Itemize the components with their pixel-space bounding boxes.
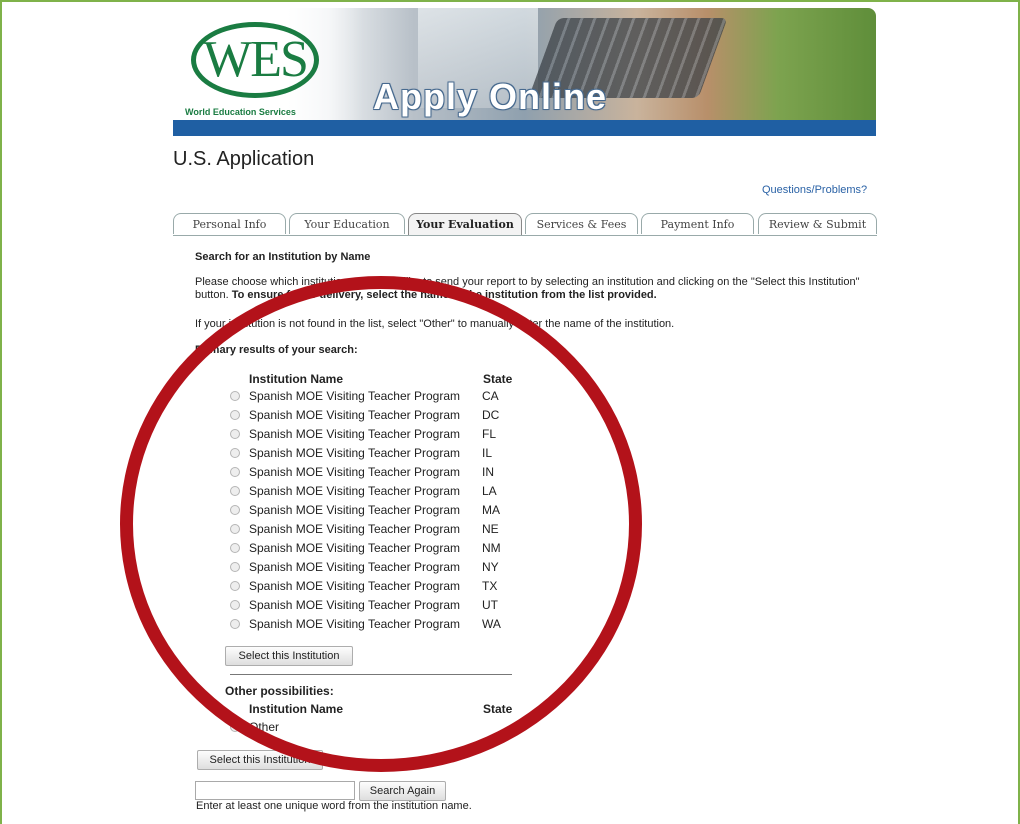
institution-state: IL bbox=[482, 446, 493, 460]
institution-name: Spanish MOE Visiting Teacher Program bbox=[249, 408, 460, 422]
questions-problems-link[interactable]: Questions/Problems? bbox=[762, 184, 867, 196]
institution-name: Spanish MOE Visiting Teacher Program bbox=[249, 484, 460, 498]
select-institution-button[interactable]: Select this Institution bbox=[225, 646, 353, 666]
search-hint: Enter at least one unique word from the … bbox=[196, 800, 472, 812]
institution-state: LA bbox=[482, 484, 497, 498]
result-row[interactable]: Spanish MOE Visiting Teacher Program LA bbox=[230, 483, 530, 501]
institution-name: Spanish MOE Visiting Teacher Program bbox=[249, 465, 460, 479]
institution-name: Spanish MOE Visiting Teacher Program bbox=[249, 522, 460, 536]
institution-state: TX bbox=[482, 579, 498, 593]
page-title: U.S. Application bbox=[173, 148, 315, 170]
search-heading: Search for an Institution by Name bbox=[195, 251, 371, 263]
banner-stripe bbox=[173, 120, 876, 136]
primary-results-heading: Primary results of your search: bbox=[195, 344, 358, 356]
tab-personal-info[interactable]: Personal Info bbox=[173, 213, 286, 234]
institution-state: NY bbox=[482, 560, 499, 574]
apply-online-banner: WES World Education Services Apply Onlin… bbox=[173, 8, 876, 136]
institution-name: Spanish MOE Visiting Teacher Program bbox=[249, 598, 460, 612]
result-row[interactable]: Spanish MOE Visiting Teacher Program DC bbox=[230, 407, 530, 425]
wes-logo-text: WES bbox=[203, 31, 309, 88]
column-header-state: State bbox=[483, 702, 513, 716]
other-radio[interactable] bbox=[230, 722, 240, 732]
institution-search-input[interactable] bbox=[195, 781, 355, 800]
column-header-state: State bbox=[483, 372, 513, 386]
institution-name: Spanish MOE Visiting Teacher Program bbox=[249, 389, 460, 403]
instructions-bold-text: To ensure faster delivery, select the na… bbox=[231, 289, 657, 301]
institution-state: IN bbox=[482, 465, 494, 479]
other-possibilities-heading: Other possibilities: bbox=[225, 684, 334, 698]
results-divider bbox=[230, 674, 512, 675]
other-option-row[interactable]: Other bbox=[230, 719, 430, 737]
result-radio[interactable] bbox=[230, 429, 240, 439]
application-tabs: Personal Info Your Education Your Evalua… bbox=[173, 213, 877, 236]
result-radio[interactable] bbox=[230, 619, 240, 629]
result-radio[interactable] bbox=[230, 581, 240, 591]
institution-name: Spanish MOE Visiting Teacher Program bbox=[249, 579, 460, 593]
result-row[interactable]: Spanish MOE Visiting Teacher Program NM bbox=[230, 540, 530, 558]
institution-state: WA bbox=[482, 617, 501, 631]
other-option-label: Other bbox=[249, 720, 280, 734]
institution-name: Spanish MOE Visiting Teacher Program bbox=[249, 560, 460, 574]
institution-name: Spanish MOE Visiting Teacher Program bbox=[249, 427, 460, 441]
result-radio[interactable] bbox=[230, 391, 240, 401]
result-row[interactable]: Spanish MOE Visiting Teacher Program IN bbox=[230, 464, 530, 482]
result-radio[interactable] bbox=[230, 543, 240, 553]
result-radio[interactable] bbox=[230, 562, 240, 572]
result-row[interactable]: Spanish MOE Visiting Teacher Program TX bbox=[230, 578, 530, 596]
result-radio[interactable] bbox=[230, 524, 240, 534]
result-row[interactable]: Spanish MOE Visiting Teacher Program FL bbox=[230, 426, 530, 444]
tab-review-submit[interactable]: Review & Submit bbox=[758, 213, 877, 234]
result-radio[interactable] bbox=[230, 600, 240, 610]
tab-your-evaluation[interactable]: Your Evaluation bbox=[408, 213, 522, 235]
institution-name: Spanish MOE Visiting Teacher Program bbox=[249, 617, 460, 631]
result-radio[interactable] bbox=[230, 467, 240, 477]
institution-state: MA bbox=[482, 503, 500, 517]
banner-title: Apply Online bbox=[373, 76, 608, 117]
select-institution-button-2[interactable]: Select this Institution bbox=[197, 750, 323, 770]
institution-state: DC bbox=[482, 408, 500, 422]
result-row[interactable]: Spanish MOE Visiting Teacher Program CA bbox=[230, 388, 530, 406]
tab-services-fees[interactable]: Services & Fees bbox=[525, 213, 638, 234]
column-header-institution: Institution Name bbox=[249, 372, 344, 386]
result-row[interactable]: Spanish MOE Visiting Teacher Program MA bbox=[230, 502, 530, 520]
result-radio[interactable] bbox=[230, 486, 240, 496]
result-row[interactable]: Spanish MOE Visiting Teacher Program IL bbox=[230, 445, 530, 463]
wes-logo-subtitle: World Education Services bbox=[185, 107, 296, 117]
tab-your-education[interactable]: Your Education bbox=[289, 213, 405, 234]
search-instructions: Please choose which institution you woul… bbox=[195, 276, 875, 302]
institution-name: Spanish MOE Visiting Teacher Program bbox=[249, 503, 460, 517]
institution-state: UT bbox=[482, 598, 498, 612]
result-row[interactable]: Spanish MOE Visiting Teacher Program UT bbox=[230, 597, 530, 615]
institution-name: Spanish MOE Visiting Teacher Program bbox=[249, 446, 460, 460]
search-again-button[interactable]: Search Again bbox=[359, 781, 446, 801]
result-radio[interactable] bbox=[230, 448, 240, 458]
institution-state: NM bbox=[482, 541, 501, 555]
institution-state: FL bbox=[482, 427, 497, 441]
tab-payment-info[interactable]: Payment Info bbox=[641, 213, 754, 234]
wes-logo: WES bbox=[191, 22, 319, 98]
result-radio[interactable] bbox=[230, 505, 240, 515]
institution-name: Spanish MOE Visiting Teacher Program bbox=[249, 541, 460, 555]
result-row[interactable]: Spanish MOE Visiting Teacher Program NE bbox=[230, 521, 530, 539]
result-row[interactable]: Spanish MOE Visiting Teacher Program NY bbox=[230, 559, 530, 577]
other-note: If your institution is not found in the … bbox=[195, 318, 675, 330]
institution-state: CA bbox=[482, 389, 499, 403]
column-header-institution: Institution Name bbox=[249, 702, 344, 716]
result-row[interactable]: Spanish MOE Visiting Teacher Program WA bbox=[230, 616, 530, 634]
result-radio[interactable] bbox=[230, 410, 240, 420]
institution-state: NE bbox=[482, 522, 499, 536]
